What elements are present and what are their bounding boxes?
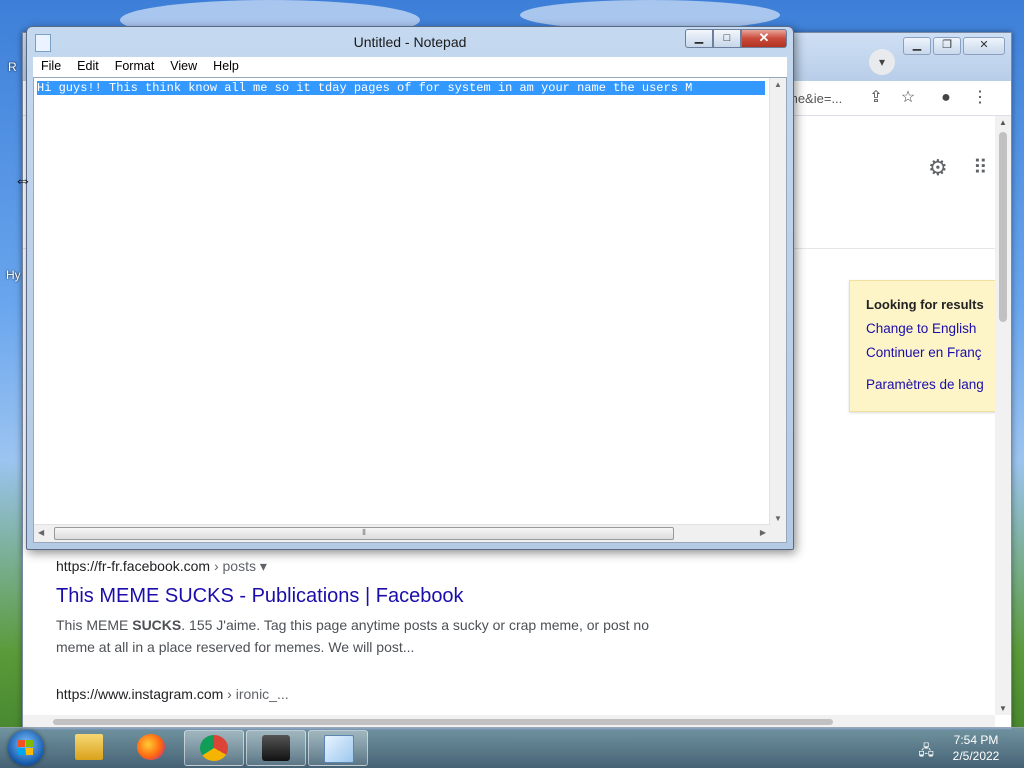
browser-menu-icon[interactable]: ⋮ — [971, 89, 989, 107]
windows-flag-icon — [18, 740, 34, 756]
browser-minimize-button[interactable]: ▁ — [903, 37, 931, 55]
scroll-left-arrow-icon[interactable]: ◀ — [38, 528, 44, 537]
scrollbar-thumb[interactable] — [999, 132, 1007, 322]
network-icon[interactable]: 🖧 — [918, 740, 934, 764]
clock-time: 7:54 PM — [953, 733, 999, 747]
browser-vertical-scrollbar[interactable]: ▲ ▼ — [995, 116, 1011, 715]
language-box-title: Looking for results — [866, 297, 984, 312]
search-result: https://fr-fr.facebook.com › posts ▾ Thi… — [56, 558, 656, 658]
taskbar-chrome[interactable] — [184, 730, 244, 766]
firefox-icon — [137, 734, 165, 760]
browser-restore-button[interactable]: ❐ — [933, 37, 961, 55]
taskbar: 🖧 7:54 PM 2/5/2022 — [0, 727, 1024, 768]
resize-cursor-icon: ⇔ — [14, 170, 32, 190]
notepad-title: Untitled - Notepad — [353, 34, 467, 50]
selected-text[interactable]: Hi guys!! This think know all me so it t… — [37, 81, 765, 95]
continue-in-french-link[interactable]: Continuer en Franç — [866, 345, 982, 360]
change-to-english-link[interactable]: Change to English — [866, 321, 976, 336]
language-settings-link[interactable]: Paramètres de lang — [866, 377, 984, 392]
menu-file[interactable]: File — [33, 57, 69, 77]
result-snippet: This MEME SUCKS. 155 J'aime. Tag this pa… — [56, 617, 650, 655]
maximize-button[interactable]: □ — [713, 29, 741, 48]
folder-icon — [75, 734, 103, 760]
result-title-link[interactable]: This MEME SUCKS - Publications | Faceboo… — [56, 585, 656, 608]
scroll-up-arrow-icon[interactable]: ▲ — [995, 118, 1011, 127]
language-suggestion-box: Looking for results Change to English Co… — [849, 280, 1001, 412]
search-result: https://www.instagram.com › ironic_... — [56, 686, 289, 702]
notepad-text-area[interactable]: Hi guys!! This think know all me so it t… — [33, 77, 787, 543]
result-url[interactable]: https://www.instagram.com › ironic_... — [56, 686, 289, 702]
menu-format[interactable]: Format — [107, 57, 163, 77]
profile-icon[interactable]: ● — [937, 89, 955, 107]
media-app-icon — [262, 735, 290, 761]
clock[interactable]: 7:54 PM 2/5/2022 — [936, 732, 1016, 764]
settings-gear-icon[interactable]: ⚙ — [928, 155, 948, 181]
notepad-icon — [324, 735, 354, 763]
resize-grip[interactable] — [770, 525, 786, 542]
chrome-icon — [200, 735, 228, 761]
notepad-window: Untitled - Notepad ▁ □ ✕ File Edit Forma… — [26, 26, 794, 550]
address-bar-text[interactable]: me&ie=... — [787, 91, 842, 106]
bookmark-star-icon[interactable]: ☆ — [899, 89, 917, 107]
taskbar-notepad[interactable] — [308, 730, 368, 766]
browser-close-button[interactable]: ✕ — [963, 37, 1005, 55]
menu-edit[interactable]: Edit — [69, 57, 107, 77]
notepad-window-controls: ▁ □ ✕ — [685, 29, 787, 48]
menu-help[interactable]: Help — [205, 57, 247, 77]
share-icon[interactable]: ⇪ — [867, 89, 885, 107]
notepad-horizontal-scrollbar[interactable]: ◀ ⦀ ▶ — [34, 524, 770, 542]
notepad-vertical-scrollbar[interactable]: ▲ ▼ — [769, 78, 786, 525]
desktop-icon-label: Hy — [6, 268, 21, 282]
result-url[interactable]: https://fr-fr.facebook.com › posts ▾ — [56, 558, 656, 575]
result-menu-chevron-icon[interactable]: ▾ — [260, 558, 267, 574]
scrollbar-thumb[interactable]: ⦀ — [54, 527, 674, 540]
scroll-down-arrow-icon[interactable]: ▼ — [774, 514, 782, 523]
scroll-down-arrow-icon[interactable]: ▼ — [995, 704, 1011, 713]
start-button[interactable] — [8, 730, 44, 766]
google-apps-icon[interactable]: ⠿ — [973, 155, 988, 180]
scroll-right-arrow-icon[interactable]: ▶ — [760, 528, 766, 537]
notepad-menubar: File Edit Format View Help — [33, 57, 787, 77]
clock-date: 2/5/2022 — [952, 749, 1000, 763]
desktop-icon-label: R — [8, 60, 17, 74]
tab-search-dropdown-icon[interactable]: ▾ — [869, 49, 895, 75]
minimize-button[interactable]: ▁ — [685, 29, 713, 48]
close-button[interactable]: ✕ — [741, 29, 787, 48]
taskbar-file-explorer[interactable] — [60, 730, 118, 764]
scrollbar-thumb[interactable] — [53, 719, 833, 725]
taskbar-media-app[interactable] — [246, 730, 306, 766]
browser-window-controls: ▁ ❐ ✕ — [903, 37, 1005, 55]
scroll-up-arrow-icon[interactable]: ▲ — [774, 80, 782, 89]
menu-view[interactable]: View — [162, 57, 205, 77]
taskbar-firefox[interactable] — [122, 730, 180, 764]
